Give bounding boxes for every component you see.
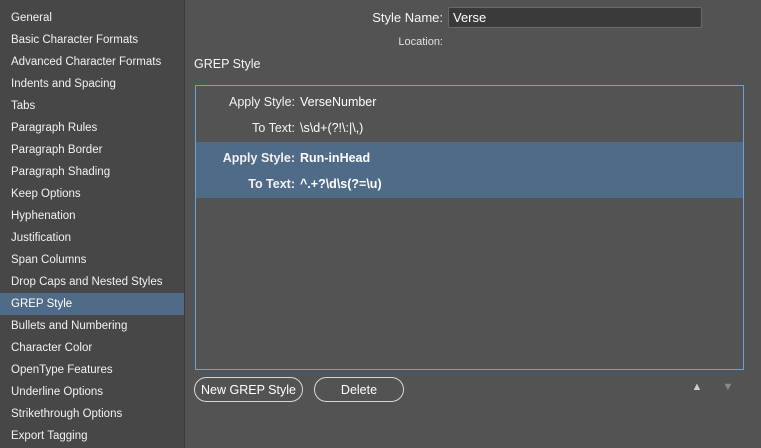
- sidebar-item-justification[interactable]: Justification: [0, 227, 184, 249]
- apply-style-label: Apply Style:: [222, 151, 295, 165]
- sidebar-item-indents-and-spacing[interactable]: Indents and Spacing: [0, 73, 184, 95]
- sidebar-item-tabs[interactable]: Tabs: [0, 95, 184, 117]
- sidebar-item-drop-caps-and-nested-styles[interactable]: Drop Caps and Nested Styles: [0, 271, 184, 293]
- to-text-value[interactable]: \s\d+(?!\:|\,): [295, 118, 363, 138]
- apply-style-line: Apply Style: VerseNumber: [196, 92, 376, 112]
- apply-style-label: Apply Style:: [228, 95, 295, 109]
- grep-rule-selected[interactable]: Apply Style: Run-inHead To Text: ^.+?\d\s(…: [196, 142, 743, 198]
- sidebar-item-keep-options[interactable]: Keep Options: [0, 183, 184, 205]
- apply-style-line: Apply Style: Run-inHead: [196, 148, 370, 168]
- style-name-input[interactable]: [448, 7, 702, 28]
- apply-style-value[interactable]: Run-inHead: [295, 148, 370, 168]
- to-text-value[interactable]: ^.+?\d\s(?=\u): [295, 174, 382, 194]
- grep-rule[interactable]: Apply Style: VerseNumber To Text: \s\d+(?!…: [196, 86, 743, 142]
- triangle-down-icon[interactable]: ▼: [720, 379, 736, 395]
- sidebar-item-grep-style[interactable]: GREP Style: [0, 293, 184, 315]
- grep-style-list[interactable]: Apply Style: VerseNumber To Text: \s\d+(?!…: [195, 85, 744, 370]
- sidebar-item-underline-options[interactable]: Underline Options: [0, 381, 184, 403]
- sidebar-item-opentype-features[interactable]: OpenType Features: [0, 359, 184, 381]
- to-text-label: To Text:: [252, 121, 295, 135]
- to-text-label: To Text:: [248, 177, 295, 191]
- sidebar-item-bullets-and-numbering[interactable]: Bullets and Numbering: [0, 315, 184, 337]
- sidebar-item-general[interactable]: General: [0, 7, 184, 29]
- style-name-label: Style Name:: [372, 10, 443, 25]
- new-grep-style-button[interactable]: New GREP Style: [194, 377, 303, 402]
- sidebar-item-character-color[interactable]: Character Color: [0, 337, 184, 359]
- sidebar-item-strikethrough-options[interactable]: Strikethrough Options: [0, 403, 184, 425]
- apply-style-value[interactable]: VerseNumber: [295, 92, 376, 112]
- location-label: Location:: [398, 36, 443, 48]
- sidebar-item-paragraph-border[interactable]: Paragraph Border: [0, 139, 184, 161]
- sidebar-item-basic-character-formats[interactable]: Basic Character Formats: [0, 29, 184, 51]
- sidebar-item-hyphenation[interactable]: Hyphenation: [0, 205, 184, 227]
- category-sidebar: General Basic Character Formats Advanced…: [0, 0, 185, 448]
- sidebar-item-export-tagging[interactable]: Export Tagging: [0, 425, 184, 447]
- sidebar-item-advanced-character-formats[interactable]: Advanced Character Formats: [0, 51, 184, 73]
- triangle-up-icon[interactable]: ▲: [689, 379, 705, 395]
- sidebar-item-paragraph-shading[interactable]: Paragraph Shading: [0, 161, 184, 183]
- section-title: GREP Style: [194, 57, 261, 71]
- to-text-line: To Text: \s\d+(?!\:|\,): [196, 118, 363, 138]
- delete-button[interactable]: Delete: [314, 377, 404, 402]
- paragraph-style-options-dialog: General Basic Character Formats Advanced…: [0, 0, 761, 448]
- sidebar-item-paragraph-rules[interactable]: Paragraph Rules: [0, 117, 184, 139]
- to-text-line: To Text: ^.+?\d\s(?=\u): [196, 174, 382, 194]
- sidebar-item-span-columns[interactable]: Span Columns: [0, 249, 184, 271]
